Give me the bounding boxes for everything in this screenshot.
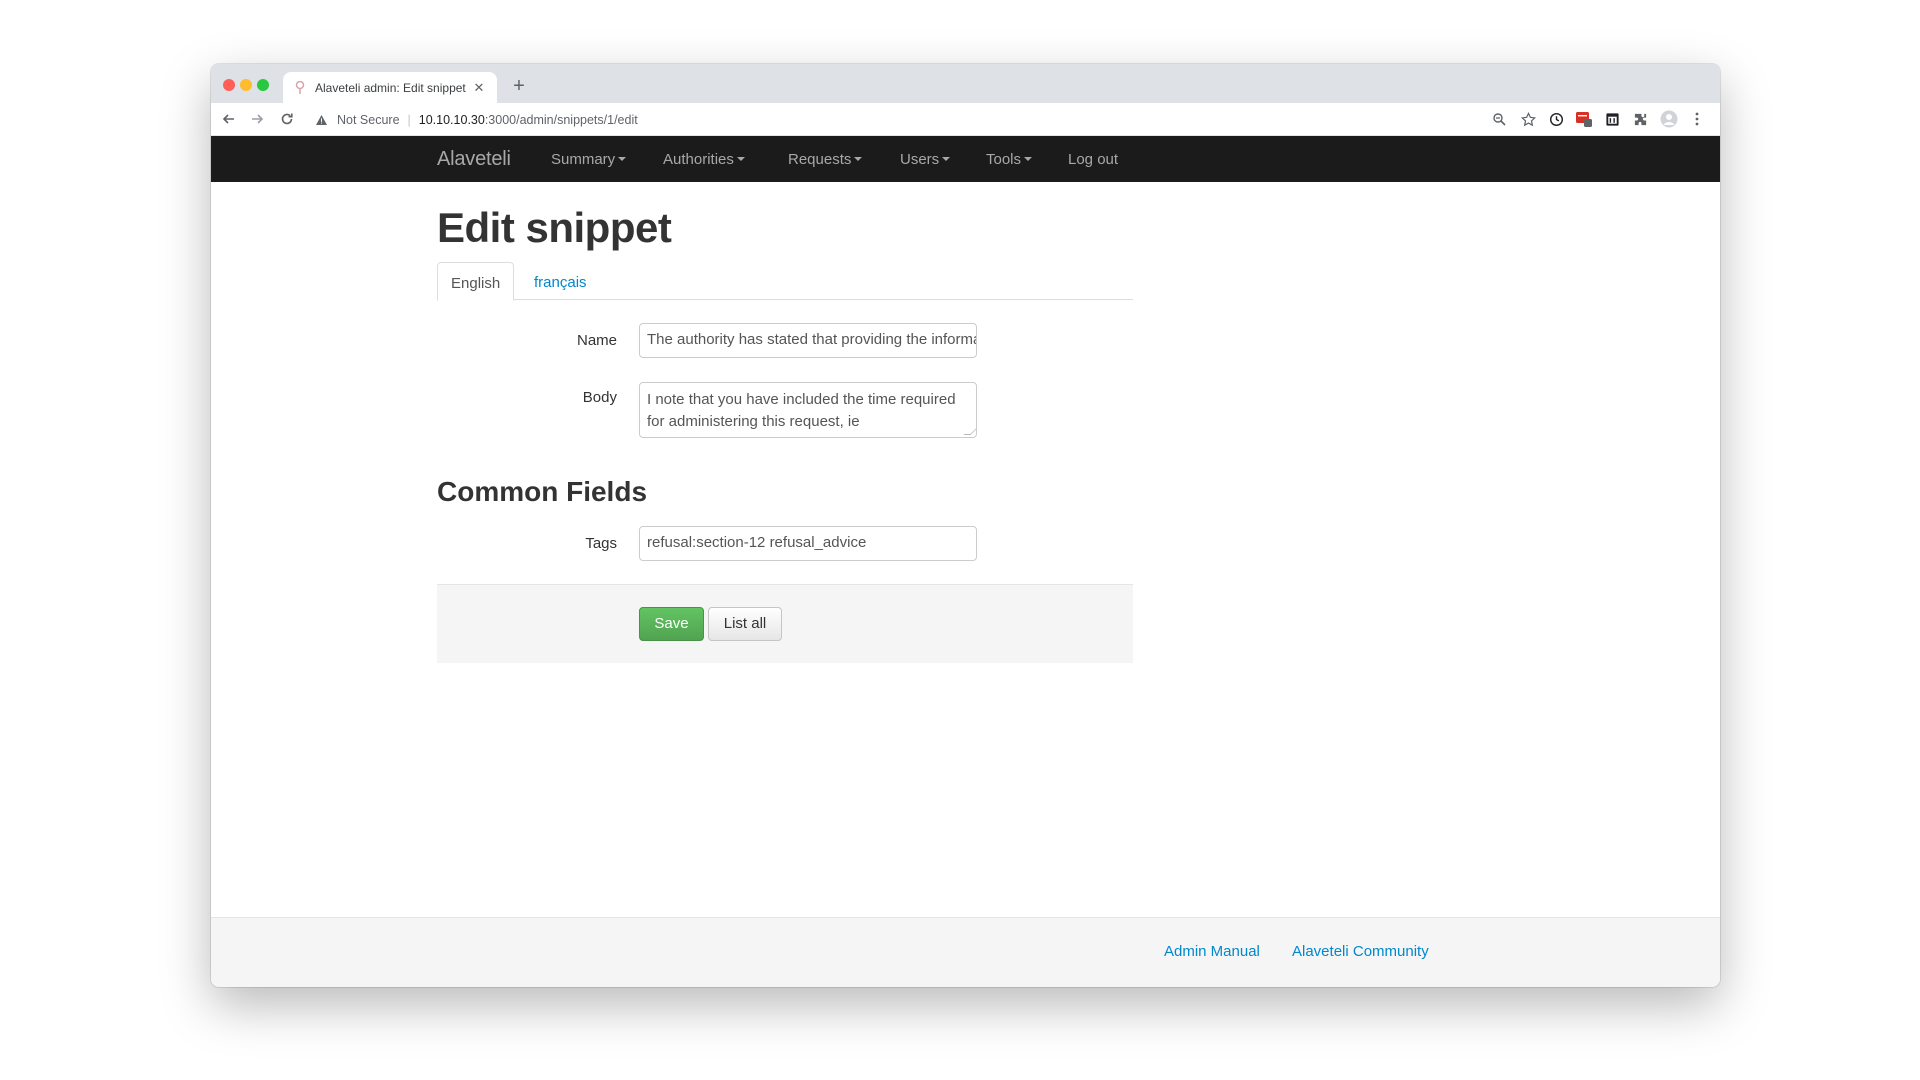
tab-english[interactable]: English xyxy=(437,262,515,301)
nav-item-requests[interactable]: Requests xyxy=(788,151,863,168)
admin-manual-link[interactable]: Admin Manual xyxy=(1164,943,1260,960)
extension-calendar-icon[interactable] xyxy=(1603,110,1621,128)
browser-window: Alaveteli admin: Edit snippet ✕ + Not Se… xyxy=(211,64,1720,987)
caret-down-icon xyxy=(736,157,745,162)
browser-toolbar: Not Secure | 10.10.10.30 :3000/admin/sni… xyxy=(211,103,1720,136)
extension-red-icon[interactable] xyxy=(1575,110,1593,128)
alaveteli-community-link[interactable]: Alaveteli Community xyxy=(1292,943,1429,960)
nav-item-authorities[interactable]: Authorities xyxy=(663,151,745,168)
form-actions: Save List all xyxy=(437,584,1133,663)
tab-strip: Alaveteli admin: Edit snippet ✕ + xyxy=(211,64,1720,103)
page-title: Edit snippet xyxy=(437,204,672,251)
browser-tab-active[interactable]: Alaveteli admin: Edit snippet ✕ xyxy=(283,72,497,103)
kebab-menu-icon[interactable] xyxy=(1688,110,1706,128)
body-label: Body xyxy=(582,389,617,406)
nav-item-label: Summary xyxy=(551,151,616,168)
nav-item-label: Requests xyxy=(788,151,852,168)
zoom-icon[interactable] xyxy=(1490,110,1508,128)
nav-item-summary[interactable]: Summary xyxy=(551,151,627,168)
history-clock-icon[interactable] xyxy=(1547,110,1565,128)
tab-francais[interactable]: français xyxy=(521,262,600,301)
brand-logo[interactable]: Alaveteli xyxy=(437,148,511,171)
resize-handle-icon[interactable] xyxy=(963,428,976,435)
name-label: Name xyxy=(576,332,617,349)
nav-item-label: Log out xyxy=(1068,151,1119,168)
nav-item-label: Authorities xyxy=(663,151,734,168)
caret-down-icon xyxy=(942,157,951,162)
nav-item-label: Users xyxy=(900,151,940,168)
bookmark-star-icon[interactable] xyxy=(1519,110,1537,128)
caret-down-icon xyxy=(854,157,863,162)
admin-navbar: Alaveteli Summary Authorities Requests U… xyxy=(211,136,1720,182)
save-button[interactable]: Save xyxy=(639,607,704,641)
url-path: :3000/admin/snippets/1/edit xyxy=(484,112,638,127)
reload-icon[interactable] xyxy=(277,109,297,129)
body-text: I note that you have included the time r… xyxy=(647,391,956,430)
nav-item-tools[interactable]: Tools xyxy=(986,151,1033,168)
body-textarea[interactable]: I note that you have included the time r… xyxy=(639,382,977,438)
footer: Admin Manual Alaveteli Community xyxy=(211,917,1720,987)
tab-title: Alaveteli admin: Edit snippet xyxy=(315,80,466,95)
nav-item-label: Tools xyxy=(986,151,1022,168)
extensions-puzzle-icon[interactable] xyxy=(1631,110,1649,128)
nav-item-log-out[interactable]: Log out xyxy=(1068,151,1118,168)
security-label[interactable]: Not Secure xyxy=(337,113,400,127)
name-field[interactable]: The authority has stated that providing … xyxy=(639,323,977,358)
tags-label: Tags xyxy=(585,535,617,552)
profile-avatar-icon[interactable] xyxy=(1660,110,1678,128)
favicon-icon xyxy=(293,80,307,95)
back-arrow-icon[interactable] xyxy=(219,109,239,129)
list-all-button[interactable]: List all xyxy=(708,607,782,641)
address-separator: | xyxy=(407,112,411,127)
caret-down-icon xyxy=(618,157,627,162)
common-fields-heading: Common Fields xyxy=(437,476,648,507)
forward-arrow-icon[interactable] xyxy=(247,109,267,129)
language-tabs: English français xyxy=(437,262,1133,301)
nav-item-users[interactable]: Users xyxy=(900,151,951,168)
address-bar[interactable]: Not Secure | 10.10.10.30 :3000/admin/sni… xyxy=(315,107,638,132)
warning-icon xyxy=(315,113,329,127)
new-tab-button[interactable]: + xyxy=(507,74,531,98)
minimize-window-button[interactable] xyxy=(240,79,252,91)
url-host: 10.10.10.30 xyxy=(418,112,485,127)
close-window-button[interactable] xyxy=(223,79,235,91)
tab-close-icon[interactable]: ✕ xyxy=(471,80,487,96)
zoom-window-button[interactable] xyxy=(257,79,269,91)
caret-down-icon xyxy=(1024,157,1033,162)
tags-field[interactable]: refusal:section-12 refusal_advice xyxy=(639,526,977,561)
